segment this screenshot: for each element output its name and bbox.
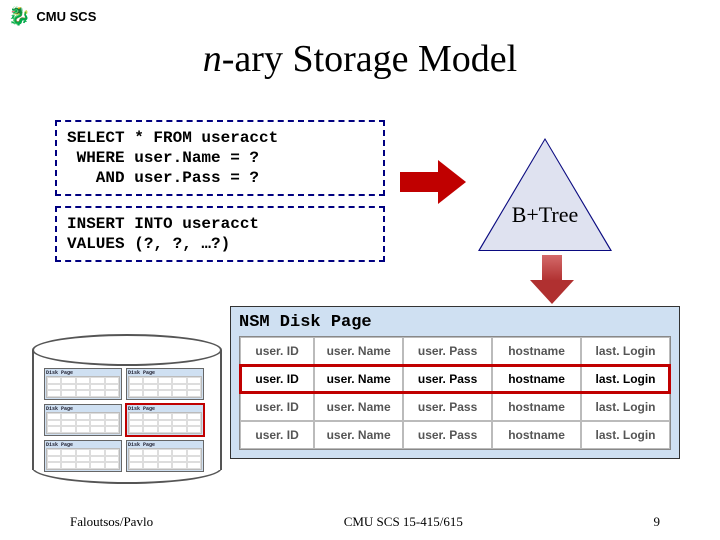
table-cell: user. Name: [314, 421, 403, 449]
table-cell: user. ID: [240, 393, 314, 421]
title-rest: -ary Storage Model: [222, 38, 517, 80]
table-cell: hostname: [492, 393, 581, 421]
sql-line: WHERE user.Name = ?: [67, 148, 373, 168]
table-cell: last. Login: [581, 421, 670, 449]
footer-left: Faloutsos/Pavlo: [70, 514, 153, 530]
table-cell: user. Pass: [403, 421, 492, 449]
mini-page: Disk Page: [44, 440, 122, 472]
cmu-scotty-icon: 🐉: [8, 6, 30, 27]
table-row: user. ID user. Name user. Pass hostname …: [240, 421, 670, 449]
sql-line: VALUES (?, ?, …?): [67, 234, 373, 254]
table-row: user. ID user. Name user. Pass hostname …: [240, 337, 670, 365]
mini-pages: Disk Page Disk Page Disk Page Disk Page …: [44, 368, 204, 472]
mini-page: Disk Page: [126, 368, 204, 400]
sql-insert-box: INSERT INTO useracct VALUES (?, ?, …?): [55, 206, 385, 262]
footer-right: 9: [654, 514, 661, 530]
sql-select-box: SELECT * FROM useracct WHERE user.Name =…: [55, 120, 385, 196]
mini-page: Disk Page: [126, 440, 204, 472]
table-cell: user. ID: [240, 421, 314, 449]
sql-area: SELECT * FROM useracct WHERE user.Name =…: [55, 120, 385, 272]
arrow-down-icon: [530, 255, 574, 304]
table-cell: user. Pass: [403, 337, 492, 365]
slide-title: n-ary Storage Model: [0, 37, 720, 81]
table-cell: user. Name: [314, 365, 403, 393]
title-italic: n: [203, 38, 222, 80]
table-cell: user. ID: [240, 365, 314, 393]
sql-line: INSERT INTO useracct: [67, 214, 373, 234]
table-cell: user. Name: [314, 393, 403, 421]
table-cell: user. Pass: [403, 365, 492, 393]
mini-page: Disk Page: [44, 368, 122, 400]
nsm-disk-page-title: NSM Disk Page: [239, 313, 671, 332]
table-cell: last. Login: [581, 337, 670, 365]
slide-footer: Faloutsos/Pavlo CMU SCS 15-415/615 9: [0, 514, 720, 530]
table-cell: hostname: [492, 421, 581, 449]
slide-header: 🐉 CMU SCS: [0, 0, 720, 33]
table-cell: user. Name: [314, 337, 403, 365]
disk-cylinder-icon: Disk Page Disk Page Disk Page Disk Page …: [32, 334, 222, 484]
table-cell: last. Login: [581, 365, 670, 393]
arrow-right-icon: [400, 172, 466, 192]
org-label: CMU SCS: [36, 9, 96, 24]
sql-line: AND user.Pass = ?: [67, 168, 373, 188]
table-cell: user. ID: [240, 337, 314, 365]
nsm-disk-page-panel: NSM Disk Page user. ID user. Name user. …: [230, 306, 680, 459]
table-row: user. ID user. Name user. Pass hostname …: [240, 393, 670, 421]
table-cell: user. Pass: [403, 393, 492, 421]
disk-table: user. ID user. Name user. Pass hostname …: [239, 336, 671, 450]
btree-label: B+Tree: [480, 202, 610, 228]
table-cell: last. Login: [581, 393, 670, 421]
mini-page: Disk Page: [44, 404, 122, 436]
btree-shape: B+Tree: [480, 140, 610, 250]
table-cell: hostname: [492, 365, 581, 393]
mini-page-selected: Disk Page: [126, 404, 204, 436]
footer-center: CMU SCS 15-415/615: [344, 514, 463, 530]
sql-line: SELECT * FROM useracct: [67, 128, 373, 148]
table-row-highlighted: user. ID user. Name user. Pass hostname …: [240, 365, 670, 393]
table-cell: hostname: [492, 337, 581, 365]
